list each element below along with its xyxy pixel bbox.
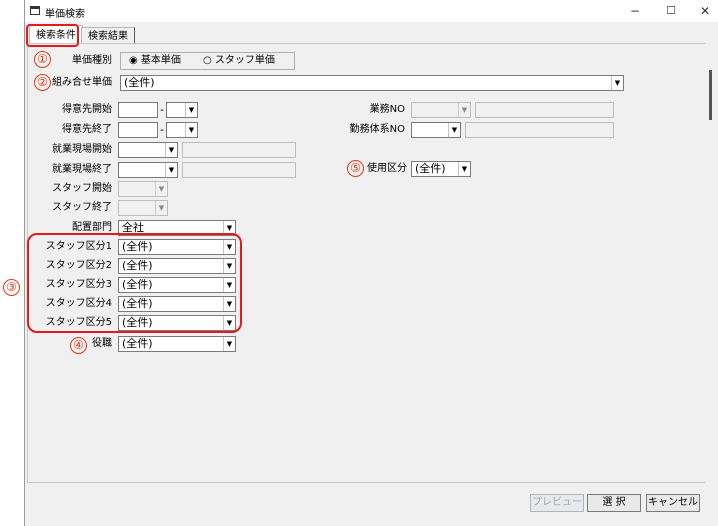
staff-category-1-value: (全件) bbox=[122, 240, 153, 253]
chevron-down-icon[interactable]: ▼ bbox=[458, 103, 470, 117]
preview-button[interactable]: プレビュー bbox=[530, 494, 584, 512]
department-select[interactable]: 全社 ▼ bbox=[118, 220, 236, 236]
cancel-button[interactable]: キャンセル bbox=[646, 494, 700, 512]
radio-staff-price-label: スタッフ単価 bbox=[214, 55, 275, 66]
business-no-select[interactable]: ▼ bbox=[411, 102, 471, 118]
radio-staff-price[interactable]: ○ スタッフ単価 bbox=[203, 53, 275, 69]
staff-category-5-select[interactable]: (全件) ▼ bbox=[118, 315, 236, 331]
work-system-no-name bbox=[465, 122, 614, 138]
radio-basic-price[interactable]: ◉ 基本単価 bbox=[129, 53, 181, 69]
staff-start-label: スタッフ開始 bbox=[52, 183, 112, 194]
staff-category-2-select[interactable]: (全件) ▼ bbox=[118, 258, 236, 274]
radio-basic-price-label: 基本単価 bbox=[140, 55, 181, 66]
tab-label: 検索条件 bbox=[36, 30, 76, 41]
price-type-group: ◉ 基本単価 ○ スタッフ単価 bbox=[120, 52, 295, 70]
client-start-branch-select[interactable]: ▼ bbox=[166, 102, 198, 118]
staff-category-3-select[interactable]: (全件) ▼ bbox=[118, 277, 236, 293]
combination-price-label: 組み合せ単価 bbox=[52, 77, 112, 88]
annotation-marker-3: ③ bbox=[3, 279, 20, 296]
work-system-no-label: 勤務体系NO bbox=[349, 124, 405, 135]
chevron-down-icon[interactable]: ▼ bbox=[223, 221, 235, 235]
staff-category-4-select[interactable]: (全件) ▼ bbox=[118, 296, 236, 312]
chevron-down-icon[interactable]: ▼ bbox=[165, 163, 177, 177]
chevron-down-icon[interactable]: ▼ bbox=[223, 316, 235, 330]
combination-price-select[interactable]: (全件) ▼ bbox=[120, 75, 624, 91]
position-select[interactable]: (全件) ▼ bbox=[118, 336, 236, 352]
staff-end-select[interactable]: ▼ bbox=[118, 200, 168, 216]
staff-category-5-label: スタッフ区分5 bbox=[45, 317, 112, 328]
scrollbar-thumb[interactable] bbox=[709, 70, 712, 120]
business-no-label: 業務NO bbox=[369, 104, 405, 115]
client-end-dash: - bbox=[160, 123, 164, 136]
chevron-down-icon[interactable]: ▼ bbox=[155, 201, 167, 215]
chevron-down-icon[interactable]: ▼ bbox=[185, 123, 197, 137]
chevron-down-icon[interactable]: ▼ bbox=[223, 240, 235, 254]
chevron-down-icon[interactable]: ▼ bbox=[458, 162, 470, 176]
select-button[interactable]: 選 択 bbox=[587, 494, 641, 512]
department-value: 全社 bbox=[122, 221, 144, 234]
client-start-input[interactable] bbox=[118, 102, 158, 118]
app-icon bbox=[30, 6, 40, 15]
business-no-name bbox=[475, 102, 614, 118]
department-label: 配置部門 bbox=[72, 222, 112, 233]
client-end-input[interactable] bbox=[118, 122, 158, 138]
staff-category-3-label: スタッフ区分3 bbox=[45, 279, 112, 290]
chevron-down-icon[interactable]: ▼ bbox=[223, 297, 235, 311]
chevron-down-icon[interactable]: ▼ bbox=[223, 337, 235, 351]
position-label: 役職 bbox=[92, 338, 112, 349]
annotation-marker-4: ④ bbox=[70, 337, 87, 354]
staff-category-5-value: (全件) bbox=[122, 316, 153, 329]
client-end-label: 得意先終了 bbox=[62, 124, 112, 135]
usage-category-select[interactable]: (全件) ▼ bbox=[411, 161, 471, 177]
chevron-down-icon[interactable]: ▼ bbox=[223, 278, 235, 292]
annotation-marker-5: ⑤ bbox=[347, 160, 364, 177]
site-end-name bbox=[182, 162, 296, 178]
position-value: (全件) bbox=[122, 337, 153, 350]
annotation-marker-2: ② bbox=[34, 74, 51, 91]
staff-start-select[interactable]: ▼ bbox=[118, 181, 168, 197]
site-end-select[interactable]: ▼ bbox=[118, 162, 178, 178]
chevron-down-icon[interactable]: ▼ bbox=[611, 76, 623, 90]
title-bar: 単価検索 − ☐ ✕ bbox=[25, 0, 718, 22]
chevron-down-icon[interactable]: ▼ bbox=[185, 103, 197, 117]
chevron-down-icon[interactable]: ▼ bbox=[165, 143, 177, 157]
site-start-select[interactable]: ▼ bbox=[118, 142, 178, 158]
vertical-scrollbar[interactable] bbox=[705, 22, 718, 522]
chevron-down-icon[interactable]: ▼ bbox=[223, 259, 235, 273]
site-end-label: 就業現場終了 bbox=[52, 164, 112, 175]
staff-category-2-value: (全件) bbox=[122, 259, 153, 272]
tab-search-conditions[interactable]: 検索条件 bbox=[29, 25, 83, 45]
chevron-down-icon[interactable]: ▼ bbox=[448, 123, 460, 137]
staff-category-1-label: スタッフ区分1 bbox=[45, 241, 112, 252]
combination-price-value: (全件) bbox=[124, 76, 155, 89]
staff-end-label: スタッフ終了 bbox=[52, 202, 112, 213]
minimize-button[interactable]: − bbox=[621, 3, 649, 19]
annotation-marker-1: ① bbox=[34, 51, 51, 68]
client-start-label: 得意先開始 bbox=[62, 104, 112, 115]
tab-label: 検索結果 bbox=[88, 31, 128, 42]
staff-category-4-label: スタッフ区分4 bbox=[45, 298, 112, 309]
price-type-label: 単価種別 bbox=[72, 55, 112, 66]
work-system-no-select[interactable]: ▼ bbox=[411, 122, 461, 138]
staff-category-2-label: スタッフ区分2 bbox=[45, 260, 112, 271]
maximize-button[interactable]: ☐ bbox=[657, 3, 685, 19]
staff-category-3-value: (全件) bbox=[122, 278, 153, 291]
staff-category-4-value: (全件) bbox=[122, 297, 153, 310]
site-start-name bbox=[182, 142, 296, 158]
window-title: 単価検索 bbox=[45, 9, 85, 20]
client-start-dash: - bbox=[160, 103, 164, 116]
chevron-down-icon[interactable]: ▼ bbox=[155, 182, 167, 196]
staff-category-1-select[interactable]: (全件) ▼ bbox=[118, 239, 236, 255]
client-end-branch-select[interactable]: ▼ bbox=[166, 122, 198, 138]
site-start-label: 就業現場開始 bbox=[52, 144, 112, 155]
close-button[interactable]: ✕ bbox=[691, 3, 718, 19]
usage-category-value: (全件) bbox=[415, 162, 446, 175]
usage-category-label: 使用区分 bbox=[367, 163, 407, 174]
